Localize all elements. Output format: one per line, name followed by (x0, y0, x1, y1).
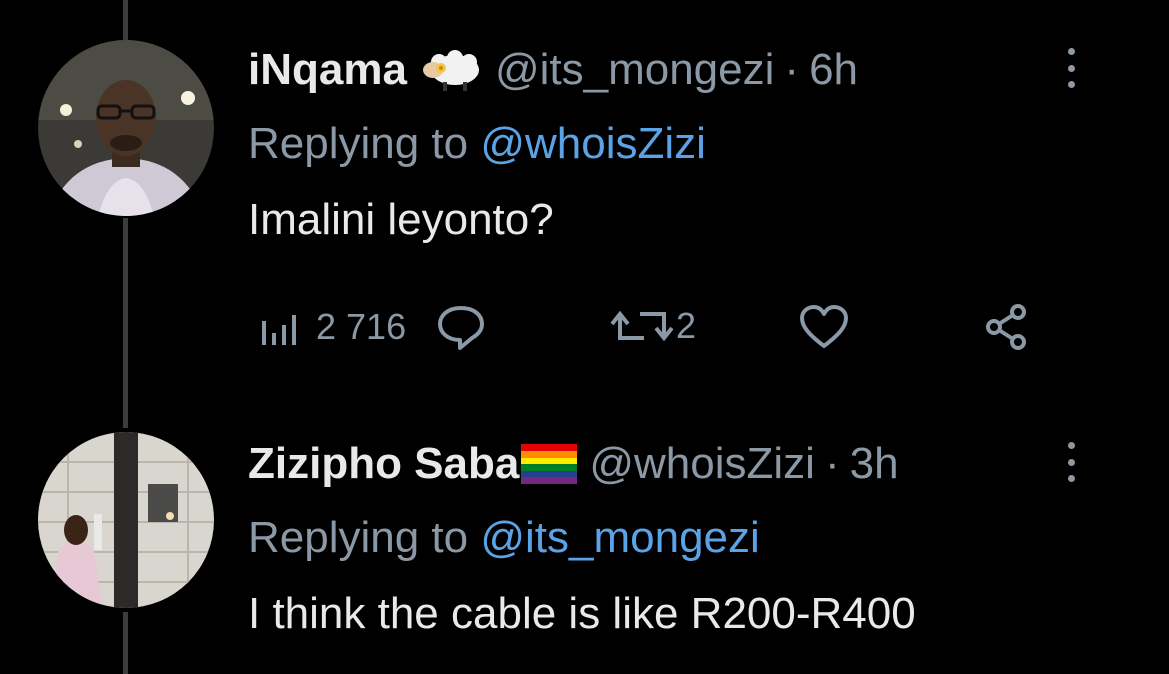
heart-icon (800, 305, 848, 348)
like-button[interactable] (798, 304, 850, 350)
retweet-count: 2 (676, 305, 697, 346)
tweet-text: I think the cable is like R200-R400 (248, 589, 916, 638)
thread-connector-line (123, 0, 128, 40)
tweet-header: Zizipho Saba @whoisZizi · 3h (248, 438, 1129, 490)
views-chart-icon (262, 315, 296, 345)
tweet-thread: iNqama @its_mongezi · 6h Replying to @wh… (0, 0, 1169, 674)
more-options-icon[interactable] (1061, 442, 1081, 482)
user-handle[interactable]: @its_mongezi (495, 44, 774, 96)
tweet-zizipho-saba[interactable]: Zizipho Saba @whoisZizi · 3h Replying to… (248, 438, 1129, 640)
thread-connector-line (123, 218, 128, 428)
replying-to-link[interactable]: @its_mongezi (480, 513, 759, 562)
display-name[interactable]: iNqama (248, 44, 407, 96)
user-handle[interactable]: @whoisZizi (589, 438, 815, 490)
retweet-button[interactable]: 2 (610, 304, 696, 348)
display-name[interactable]: Zizipho Saba (248, 438, 519, 490)
tweet-inqama[interactable]: iNqama @its_mongezi · 6h Replying to @wh… (248, 44, 1129, 246)
share-button[interactable] (984, 302, 1030, 352)
separator-dot: · (784, 45, 800, 94)
sheep-emoji-icon (419, 48, 483, 92)
thread-connector-line (123, 612, 128, 674)
reply-bubble-icon (438, 306, 484, 350)
replying-to-line: Replying to @its_mongezi (248, 512, 1129, 564)
avatar-photo-woman (38, 432, 214, 608)
share-icon (986, 304, 1026, 350)
replying-to-label: Replying to (248, 119, 481, 168)
more-options-icon[interactable] (1061, 48, 1081, 88)
avatar-inqama[interactable] (38, 40, 214, 216)
retweet-icon (610, 310, 674, 342)
tweet-actions: 2 716 2 (258, 298, 1058, 358)
separator-dot: · (824, 439, 840, 488)
rainbow-flag-emoji-icon (521, 444, 578, 484)
replying-to-link[interactable]: @whoisZizi (480, 119, 706, 168)
tweet-text: Imalini leyonto? (248, 195, 554, 244)
tweet-header: iNqama @its_mongezi · 6h (248, 44, 1129, 96)
avatar-photo-man (38, 40, 214, 216)
replying-to-label: Replying to (248, 513, 481, 562)
reply-button[interactable] (434, 302, 488, 352)
replying-to-line: Replying to @whoisZizi (248, 118, 1129, 170)
timestamp[interactable]: 3h (850, 438, 899, 490)
avatar-zizipho-saba[interactable] (38, 432, 214, 608)
views-count: 2 716 (316, 306, 407, 347)
views-button[interactable]: 2 716 (258, 306, 406, 348)
timestamp[interactable]: 6h (809, 44, 858, 96)
